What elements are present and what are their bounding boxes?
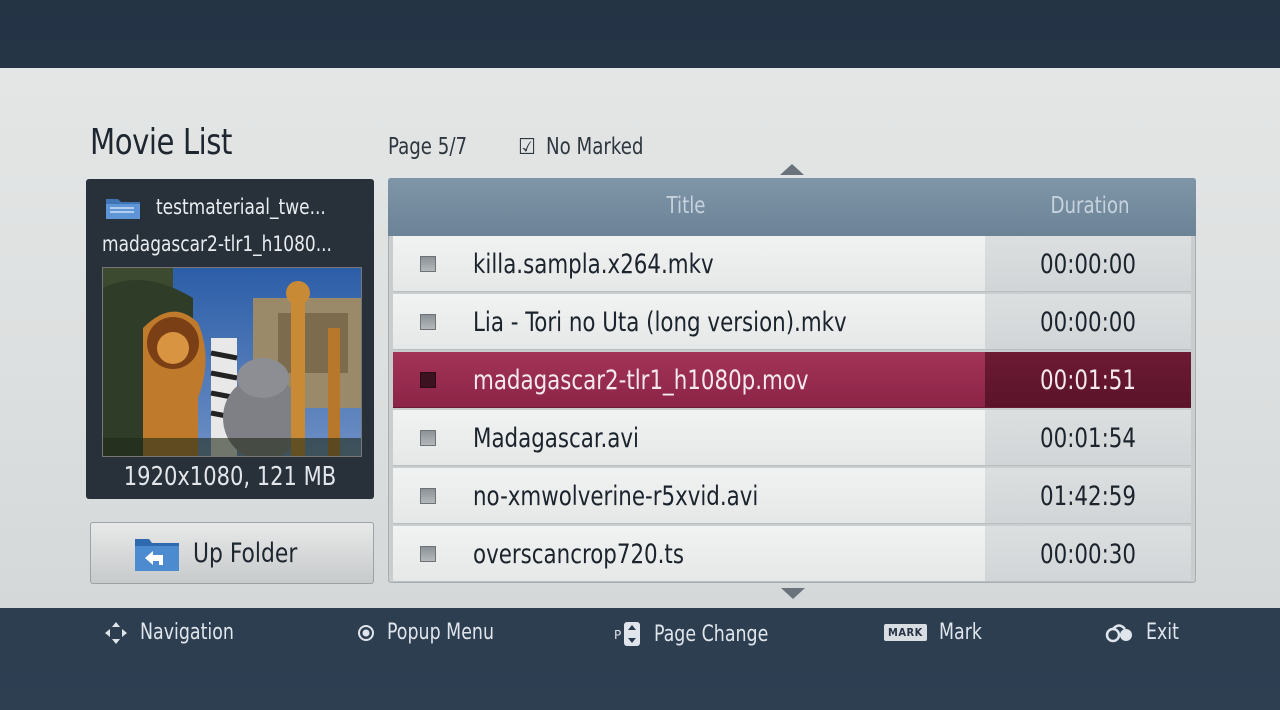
file-title: madagascar2-tlr1_h1080p.mov [473, 365, 809, 396]
svg-text:P: P [614, 628, 621, 642]
column-header-title: Title [666, 193, 706, 219]
file-row[interactable]: killa.sampla.x264.mkv 00:00:00 [393, 236, 1191, 292]
marked-status-label: No Marked [545, 134, 644, 160]
row-checkbox[interactable] [420, 430, 436, 446]
navigation-arrows-icon [105, 621, 127, 644]
up-folder-icon [135, 539, 179, 571]
folder-name: testmateriaal_twe... [156, 195, 326, 219]
file-title: Madagascar.avi [473, 423, 639, 454]
video-thumbnail [102, 267, 362, 457]
file-title: overscancrop720.ts [473, 539, 684, 570]
key-navigation: Navigation [104, 620, 247, 645]
file-duration: 00:00:00 [1039, 249, 1137, 280]
key-popup-menu: Popup Menu [357, 620, 509, 645]
checkbox-icon: ☑ [518, 134, 536, 160]
row-checkbox[interactable] [420, 546, 436, 562]
row-checkbox[interactable] [420, 256, 436, 272]
file-duration: 00:00:30 [1039, 539, 1137, 570]
list-header: Title Duration [388, 178, 1196, 236]
file-title: Lia - Tori no Uta (long version).mkv [473, 307, 847, 338]
tv-screen: Movie List Page 5/7 ☑ No Marked testmate… [0, 0, 1280, 710]
key-page-change: P Page Change [614, 621, 769, 647]
file-row[interactable]: Madagascar.avi 00:01:54 [393, 410, 1191, 466]
file-info: 1920x1080, 121 MB [123, 462, 337, 492]
file-duration: 00:00:00 [1039, 307, 1137, 338]
row-checkbox[interactable] [420, 314, 436, 330]
scroll-down-arrow-icon[interactable] [781, 588, 805, 599]
preview-card: testmateriaal_twe... madagascar2-tlr1_h1… [86, 179, 374, 499]
file-duration: 00:01:51 [1039, 365, 1137, 396]
ok-button-icon [358, 624, 374, 641]
file-row-selected[interactable]: madagascar2-tlr1_h1080p.mov 00:01:51 [393, 352, 1191, 408]
column-header-duration: Duration [1050, 193, 1130, 219]
file-title: no-xmwolverine-r5xvid.avi [473, 481, 759, 512]
key-mark: MARK Mark [884, 620, 988, 645]
file-title: killa.sampla.x264.mkv [473, 249, 714, 280]
page-indicator: Page 5/7 [388, 134, 468, 160]
file-row[interactable]: overscancrop720.ts 00:00:30 [393, 526, 1191, 582]
mark-button-icon: MARK [884, 624, 927, 641]
exit-icon [1105, 623, 1132, 642]
selected-file-name: madagascar2-tlr1_h1080... [102, 232, 332, 256]
row-checkbox[interactable] [420, 372, 436, 388]
marked-status: ☑ No Marked [518, 134, 657, 160]
current-folder: testmateriaal_twe... [104, 193, 345, 221]
file-duration: 00:01:54 [1039, 423, 1137, 454]
file-duration: 01:42:59 [1039, 481, 1137, 512]
scroll-up-arrow-icon[interactable] [780, 164, 804, 175]
page-title: Movie List [90, 122, 232, 163]
file-row[interactable]: Lia - Tori no Uta (long version).mkv 00:… [393, 294, 1191, 350]
file-row[interactable]: no-xmwolverine-r5xvid.avi 01:42:59 [393, 468, 1191, 524]
row-checkbox[interactable] [420, 488, 436, 504]
up-folder-button[interactable]: Up Folder [90, 522, 374, 584]
up-folder-label: Up Folder [193, 537, 298, 569]
folder-icon [106, 199, 140, 219]
page-button-icon: P [614, 622, 640, 646]
movie-file-list: Title Duration killa.sampla.x264.mkv 00:… [388, 178, 1196, 583]
key-exit: Exit [1104, 620, 1183, 645]
key-legend-bar: Navigation Popup Menu P Page Change MARK… [0, 608, 1280, 710]
